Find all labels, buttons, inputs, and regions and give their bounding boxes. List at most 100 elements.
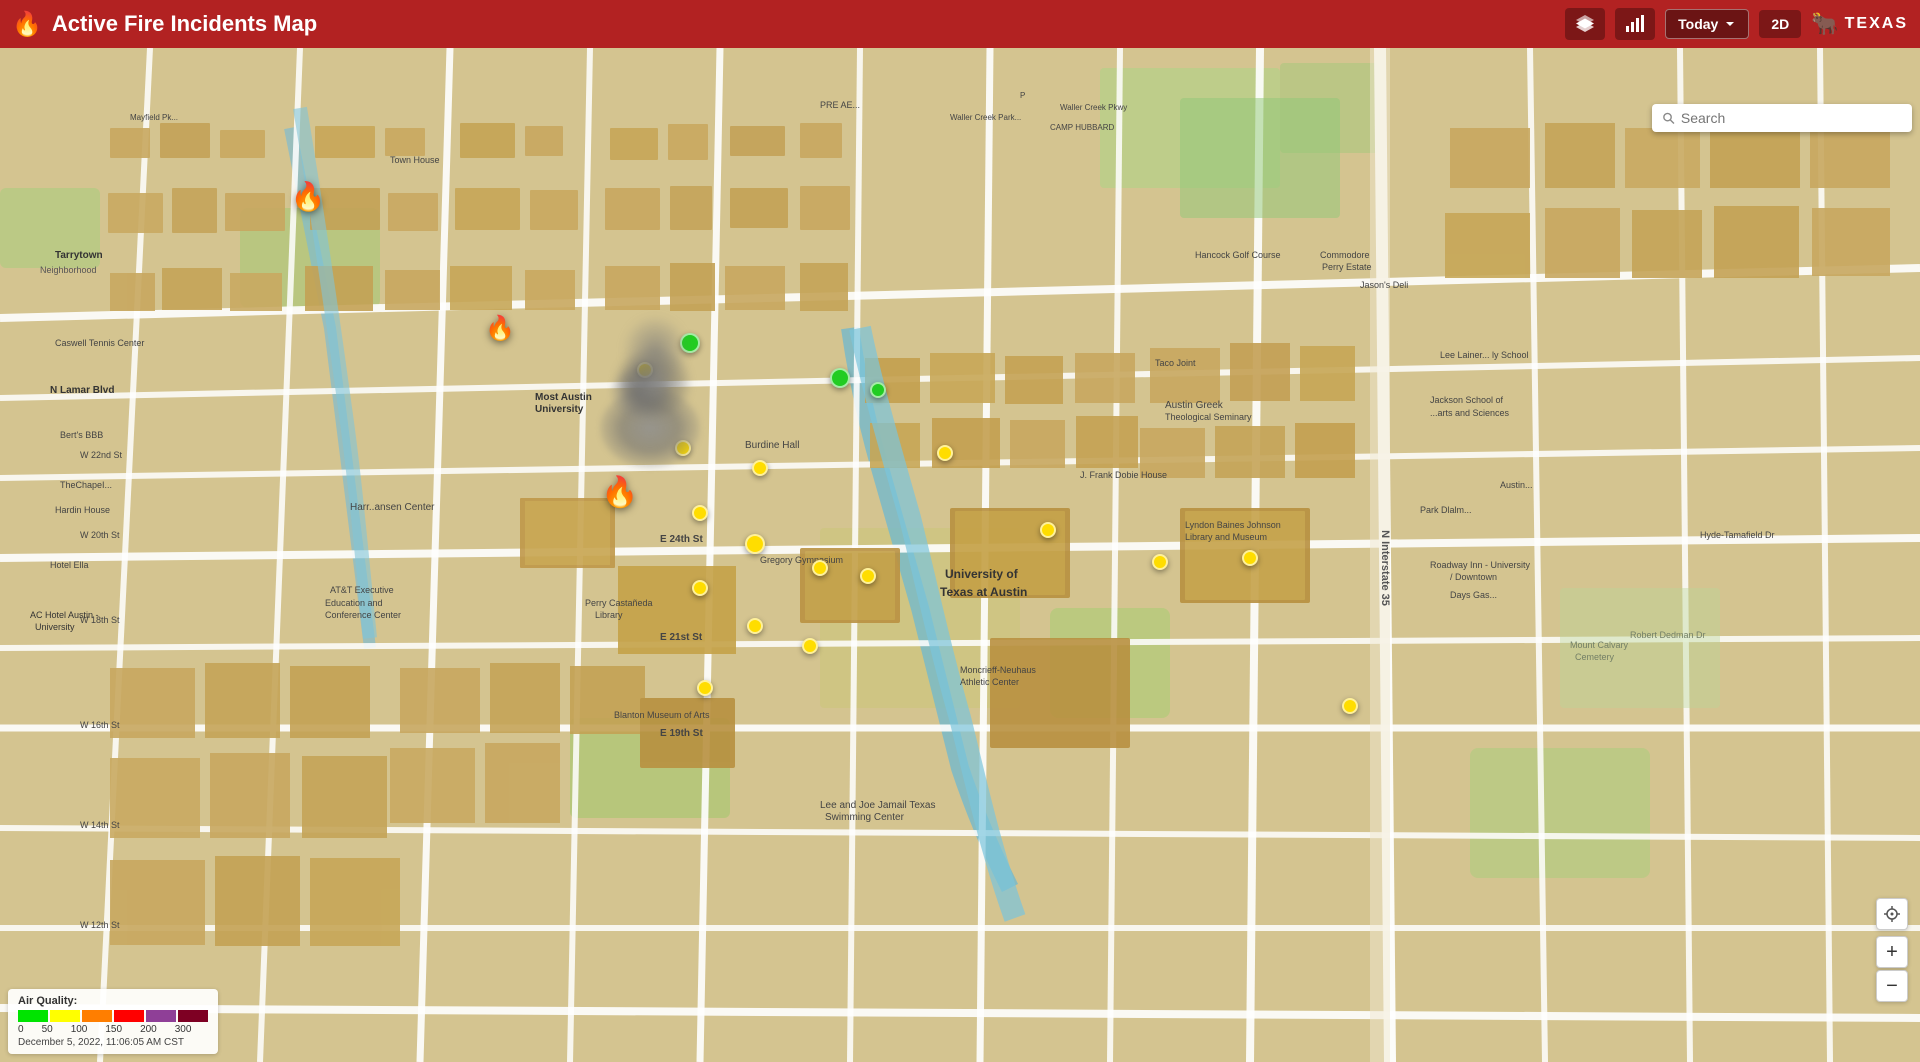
svg-text:Burdine Hall: Burdine Hall <box>745 440 799 451</box>
incident-dot-5[interactable] <box>745 534 765 554</box>
search-box <box>1652 104 1912 132</box>
incident-dot-4[interactable] <box>692 505 708 521</box>
search-icon <box>1662 111 1675 125</box>
incident-dot-11[interactable] <box>937 445 953 461</box>
svg-text:W 22nd St: W 22nd St <box>80 450 123 460</box>
svg-text:Education and: Education and <box>325 598 383 608</box>
today-label: Today <box>1678 16 1718 32</box>
zoom-out-button[interactable]: − <box>1876 970 1908 1002</box>
map-container[interactable]: N Interstate 35 E 24th St E 21st St E 19… <box>0 48 1920 1062</box>
svg-text:Hyde-Tamafield Dr: Hyde-Tamafield Dr <box>1700 530 1775 540</box>
air-quality-legend: Air Quality: 0 50 100 150 200 300 Decemb… <box>8 989 218 1054</box>
svg-text:Waller Creek Pkwy: Waller Creek Pkwy <box>1060 103 1127 112</box>
aq-hazardous <box>178 1010 208 1022</box>
fire-marker-2[interactable]: 🔥 <box>485 314 515 343</box>
svg-text:E 24th St: E 24th St <box>660 534 703 545</box>
svg-text:Theological Seminary: Theological Seminary <box>1165 412 1252 422</box>
timestamp: December 5, 2022, 11:06:05 AM CST <box>18 1037 208 1048</box>
incident-dot-9[interactable] <box>802 638 818 654</box>
app-title: Active Fire Incidents Map <box>52 11 317 37</box>
map-svg: N Interstate 35 E 24th St E 21st St E 19… <box>0 48 1920 1062</box>
svg-text:Most Austin: Most Austin <box>535 392 592 403</box>
incident-dot-16[interactable] <box>1342 698 1358 714</box>
svg-text:University: University <box>535 404 584 415</box>
incident-dot-6[interactable] <box>812 560 828 576</box>
view-2d-button[interactable]: 2D <box>1759 10 1801 38</box>
incident-dot-green-3[interactable] <box>870 382 886 398</box>
svg-text:CAMP HUBBARD: CAMP HUBBARD <box>1050 123 1115 132</box>
svg-text:Jason's Deli: Jason's Deli <box>1360 280 1408 290</box>
svg-text:Texas at Austin: Texas at Austin <box>940 585 1027 599</box>
svg-text:Austin Greek: Austin Greek <box>1165 400 1224 411</box>
svg-text:P: P <box>1020 91 1025 100</box>
header-left: 🔥 Active Fire Incidents Map <box>12 10 317 39</box>
svg-text:Gregory Gymnasium: Gregory Gymnasium <box>760 555 843 565</box>
aq-sensitive <box>82 1010 112 1022</box>
zoom-in-button[interactable]: + <box>1876 936 1908 968</box>
svg-text:W 20th St: W 20th St <box>80 530 120 540</box>
incident-dot-14[interactable] <box>697 680 713 696</box>
svg-text:Hardin House: Hardin House <box>55 505 110 515</box>
svg-text:University of: University of <box>945 567 1019 581</box>
svg-text:E 21st St: E 21st St <box>660 632 703 643</box>
location-button[interactable] <box>1876 898 1908 930</box>
svg-text:W 16th St: W 16th St <box>80 720 120 730</box>
svg-text:Tarrytown: Tarrytown <box>55 250 103 261</box>
fire-marker-3[interactable]: 🔥 <box>601 475 638 510</box>
incident-dot-13[interactable] <box>1152 554 1168 570</box>
svg-text:Bert's BBB: Bert's BBB <box>60 430 103 440</box>
svg-text:Blanton Museum of Arts: Blanton Museum of Arts <box>614 710 710 720</box>
svg-text:E 19th St: E 19th St <box>660 728 703 739</box>
svg-text:J. Frank Dobie House: J. Frank Dobie House <box>1080 470 1167 480</box>
header: 🔥 Active Fire Incidents Map <box>0 0 1920 48</box>
svg-text:Hotel Ella: Hotel Ella <box>50 560 89 570</box>
incident-dot-7[interactable] <box>692 580 708 596</box>
svg-text:Commodore: Commodore <box>1320 250 1370 260</box>
svg-text:Neighborhood: Neighborhood <box>40 265 97 275</box>
svg-text:Roadway Inn - University: Roadway Inn - University <box>1430 560 1531 570</box>
layers-button[interactable] <box>1565 8 1605 40</box>
svg-text:Waller Creek Park...: Waller Creek Park... <box>950 113 1021 122</box>
aq-numbers: 0 50 100 150 200 300 <box>18 1024 208 1035</box>
texas-text: TEXAS <box>1845 15 1908 33</box>
svg-text:Lee Lainer... ly School: Lee Lainer... ly School <box>1440 350 1529 360</box>
incident-dot-10[interactable] <box>860 568 876 584</box>
svg-text:Perry Estate: Perry Estate <box>1322 262 1372 272</box>
signal-button[interactable] <box>1615 8 1655 40</box>
header-right: Today 2D 🐂 TEXAS <box>1565 8 1908 40</box>
svg-text:Taco Joint: Taco Joint <box>1155 358 1196 368</box>
incident-dot-15[interactable] <box>1242 550 1258 566</box>
aq-unhealthy <box>114 1010 144 1022</box>
svg-text:/ Downtown: / Downtown <box>1450 572 1497 582</box>
svg-text:Swimming Center: Swimming Center <box>825 812 905 823</box>
svg-text:N Interstate 35: N Interstate 35 <box>1379 530 1391 606</box>
incident-dot-8[interactable] <box>747 618 763 634</box>
today-button[interactable]: Today <box>1665 9 1749 39</box>
svg-text:...arts and Sciences: ...arts and Sciences <box>1430 408 1510 418</box>
svg-text:Hancock Golf Course: Hancock Golf Course <box>1195 250 1281 260</box>
incident-dot-12[interactable] <box>1040 522 1056 538</box>
incident-dot-3[interactable] <box>752 460 768 476</box>
fire-logo-icon: 🔥 <box>12 10 42 39</box>
app-container: 🔥 Active Fire Incidents Map <box>0 0 1920 1062</box>
svg-text:AC Hotel Austin -: AC Hotel Austin - <box>30 610 99 620</box>
svg-text:AT&T Executive: AT&T Executive <box>330 585 394 595</box>
svg-text:Library: Library <box>595 610 623 620</box>
smoke-marker <box>600 388 700 468</box>
fire-marker-1[interactable]: 🔥 <box>291 180 326 213</box>
incident-dot-green-2[interactable] <box>830 368 850 388</box>
svg-text:Park Dlalm...: Park Dlalm... <box>1420 505 1472 515</box>
svg-text:Days Gas...: Days Gas... <box>1450 590 1497 600</box>
longhorn-icon: 🐂 <box>1811 11 1838 37</box>
svg-text:Moncrieff-Neuhaus: Moncrieff-Neuhaus <box>960 665 1036 675</box>
svg-text:W 12th St: W 12th St <box>80 920 120 930</box>
svg-text:Jackson School of: Jackson School of <box>1430 395 1504 405</box>
search-input[interactable] <box>1681 110 1902 126</box>
map-controls: + − <box>1876 898 1908 1002</box>
svg-text:Caswell Tennis Center: Caswell Tennis Center <box>55 338 144 348</box>
texas-logo: 🐂 TEXAS <box>1811 11 1908 37</box>
aq-very-unhealthy <box>146 1010 176 1022</box>
svg-text:University: University <box>35 622 75 632</box>
aq-good <box>18 1010 48 1022</box>
svg-text:Perry Castañeda: Perry Castañeda <box>585 598 653 608</box>
